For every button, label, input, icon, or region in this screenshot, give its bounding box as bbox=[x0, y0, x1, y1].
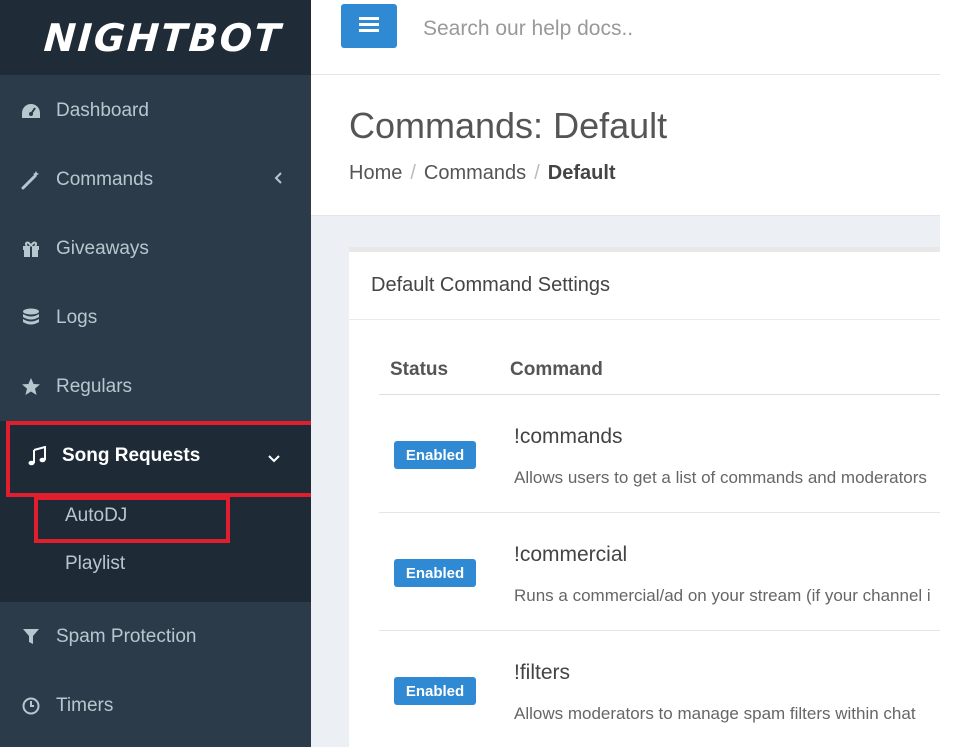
sidebar-item-regulars[interactable]: Regulars bbox=[0, 352, 311, 421]
page-header: Commands: Default Home / Commands / Default bbox=[311, 75, 940, 216]
dashboard-icon bbox=[20, 100, 42, 122]
nightbot-logo[interactable]: NIGHTBOT bbox=[42, 16, 283, 60]
default-commands-panel: Default Command Settings Status Command … bbox=[349, 247, 940, 747]
command-description: Allows moderators to manage spam filters… bbox=[514, 704, 916, 723]
sidebar-item-timers[interactable]: Timers bbox=[0, 671, 311, 740]
column-header-status: Status bbox=[390, 359, 449, 380]
logo-bar: NIGHTBOT bbox=[0, 0, 311, 75]
breadcrumb-commands[interactable]: Commands bbox=[424, 162, 526, 184]
sidebar-item-label: Giveaways bbox=[56, 237, 149, 259]
main-content: Commands: Default Home / Commands / Default … bbox=[311, 75, 940, 747]
filter-icon bbox=[20, 626, 42, 648]
status-badge[interactable]: Enabled bbox=[394, 559, 476, 587]
sidebar-item-label: Regulars bbox=[56, 375, 133, 397]
command-description: Allows users to get a list of commands a… bbox=[514, 468, 927, 487]
sidebar-item-logs[interactable]: Logs bbox=[0, 283, 311, 352]
command-name: !filters bbox=[514, 661, 571, 684]
table-row: Enabled !commands Allows users to get a … bbox=[379, 395, 940, 513]
clock-icon bbox=[20, 695, 42, 717]
search-input[interactable] bbox=[423, 14, 923, 44]
star-icon bbox=[20, 376, 42, 398]
music-icon bbox=[26, 445, 48, 467]
column-header-command: Command bbox=[510, 359, 603, 380]
status-badge[interactable]: Enabled bbox=[394, 677, 476, 705]
topbar bbox=[311, 0, 940, 75]
chevron-down-icon bbox=[267, 448, 281, 470]
sidebar-item-label: Commands bbox=[56, 168, 154, 190]
command-name: !commercial bbox=[514, 543, 628, 566]
sidebar: NIGHTBOT Dashboard Commands Giveaways Lo… bbox=[0, 0, 311, 747]
database-icon bbox=[20, 307, 42, 329]
page-title: Commands: Default bbox=[349, 105, 668, 146]
command-description: Runs a commercial/ad on your stream (if … bbox=[514, 586, 931, 605]
sidebar-item-song-requests[interactable]: Song Requests bbox=[0, 421, 311, 490]
breadcrumb-separator: / bbox=[410, 162, 416, 184]
command-name: !commands bbox=[514, 425, 623, 448]
sidebar-item-label: Timers bbox=[56, 694, 114, 716]
sidebar-item-dashboard[interactable]: Dashboard bbox=[0, 76, 311, 145]
sidebar-item-spam-protection[interactable]: Spam Protection bbox=[0, 602, 311, 671]
breadcrumb-current: Default bbox=[547, 162, 616, 184]
submenu-item-autodj[interactable]: AutoDJ bbox=[65, 505, 127, 527]
chevron-left-icon bbox=[273, 169, 283, 191]
status-badge[interactable]: Enabled bbox=[394, 441, 476, 469]
sidebar-item-label: Spam Protection bbox=[56, 625, 197, 647]
menu-toggle-button[interactable] bbox=[341, 4, 397, 48]
sidebar-item-giveaways[interactable]: Giveaways bbox=[0, 214, 311, 283]
panel-title: Default Command Settings bbox=[371, 274, 611, 296]
divider bbox=[349, 319, 940, 320]
sidebar-item-label: Dashboard bbox=[56, 99, 149, 121]
table-row: Enabled !filters Allows moderators to ma… bbox=[379, 631, 940, 747]
hamburger-icon bbox=[359, 16, 379, 37]
sidebar-item-label: Logs bbox=[56, 306, 98, 328]
breadcrumb: Home / Commands / Default bbox=[349, 162, 616, 185]
submenu-item-playlist[interactable]: Playlist bbox=[65, 553, 125, 575]
gift-icon bbox=[20, 238, 42, 260]
breadcrumb-home[interactable]: Home bbox=[349, 162, 402, 184]
breadcrumb-separator: / bbox=[534, 162, 540, 184]
sidebar-item-commands[interactable]: Commands bbox=[0, 145, 311, 214]
table-row: Enabled !commercial Runs a commercial/ad… bbox=[379, 513, 940, 631]
song-requests-submenu: AutoDJ Playlist bbox=[0, 490, 311, 602]
sidebar-item-label: Song Requests bbox=[62, 444, 201, 466]
magic-wand-icon bbox=[20, 169, 42, 191]
